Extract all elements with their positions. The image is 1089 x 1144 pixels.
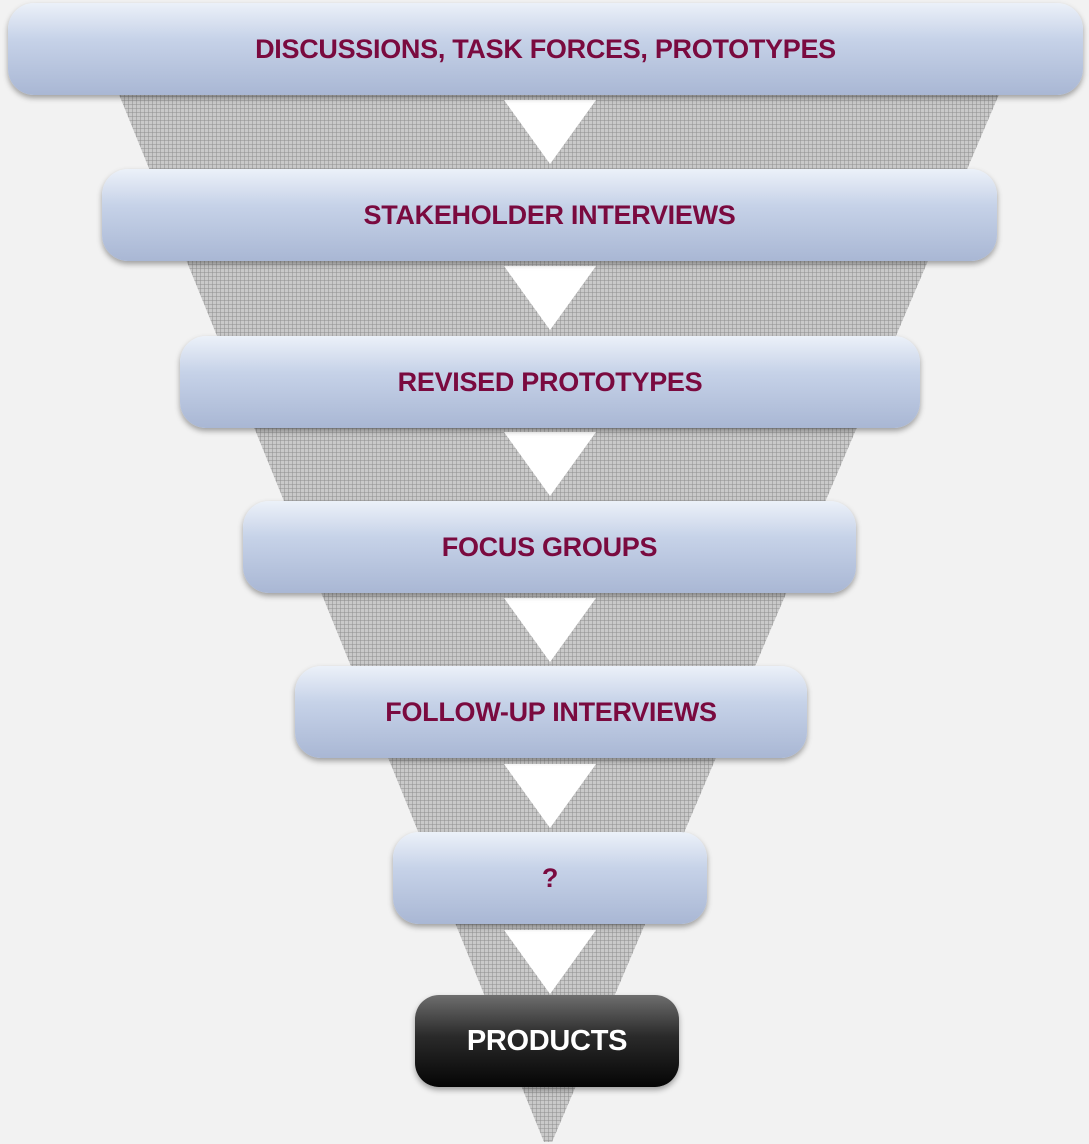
stage-focus-groups: FOCUS GROUPS bbox=[243, 501, 856, 593]
stage-products: PRODUCTS bbox=[415, 995, 679, 1087]
stage-discussions-task-forces-prototypes: DISCUSSIONS, TASK FORCES, PROTOTYPES bbox=[8, 3, 1083, 95]
stage-stakeholder-interviews: STAKEHOLDER INTERVIEWS bbox=[102, 169, 997, 261]
stage-label: ? bbox=[541, 862, 559, 893]
stage-label: FOCUS GROUPS bbox=[441, 531, 658, 562]
stage-label: STAKEHOLDER INTERVIEWS bbox=[363, 199, 736, 230]
stage-label: FOLLOW-UP INTERVIEWS bbox=[385, 696, 717, 727]
stage-label: REVISED PROTOTYPES bbox=[397, 366, 703, 397]
stage-follow-up-interviews: FOLLOW-UP INTERVIEWS bbox=[295, 666, 807, 758]
stage-label: PRODUCTS bbox=[466, 1024, 628, 1057]
stage-unknown: ? bbox=[393, 832, 707, 924]
stage-revised-prototypes: REVISED PROTOTYPES bbox=[180, 336, 920, 428]
stage-label: DISCUSSIONS, TASK FORCES, PROTOTYPES bbox=[255, 33, 836, 64]
